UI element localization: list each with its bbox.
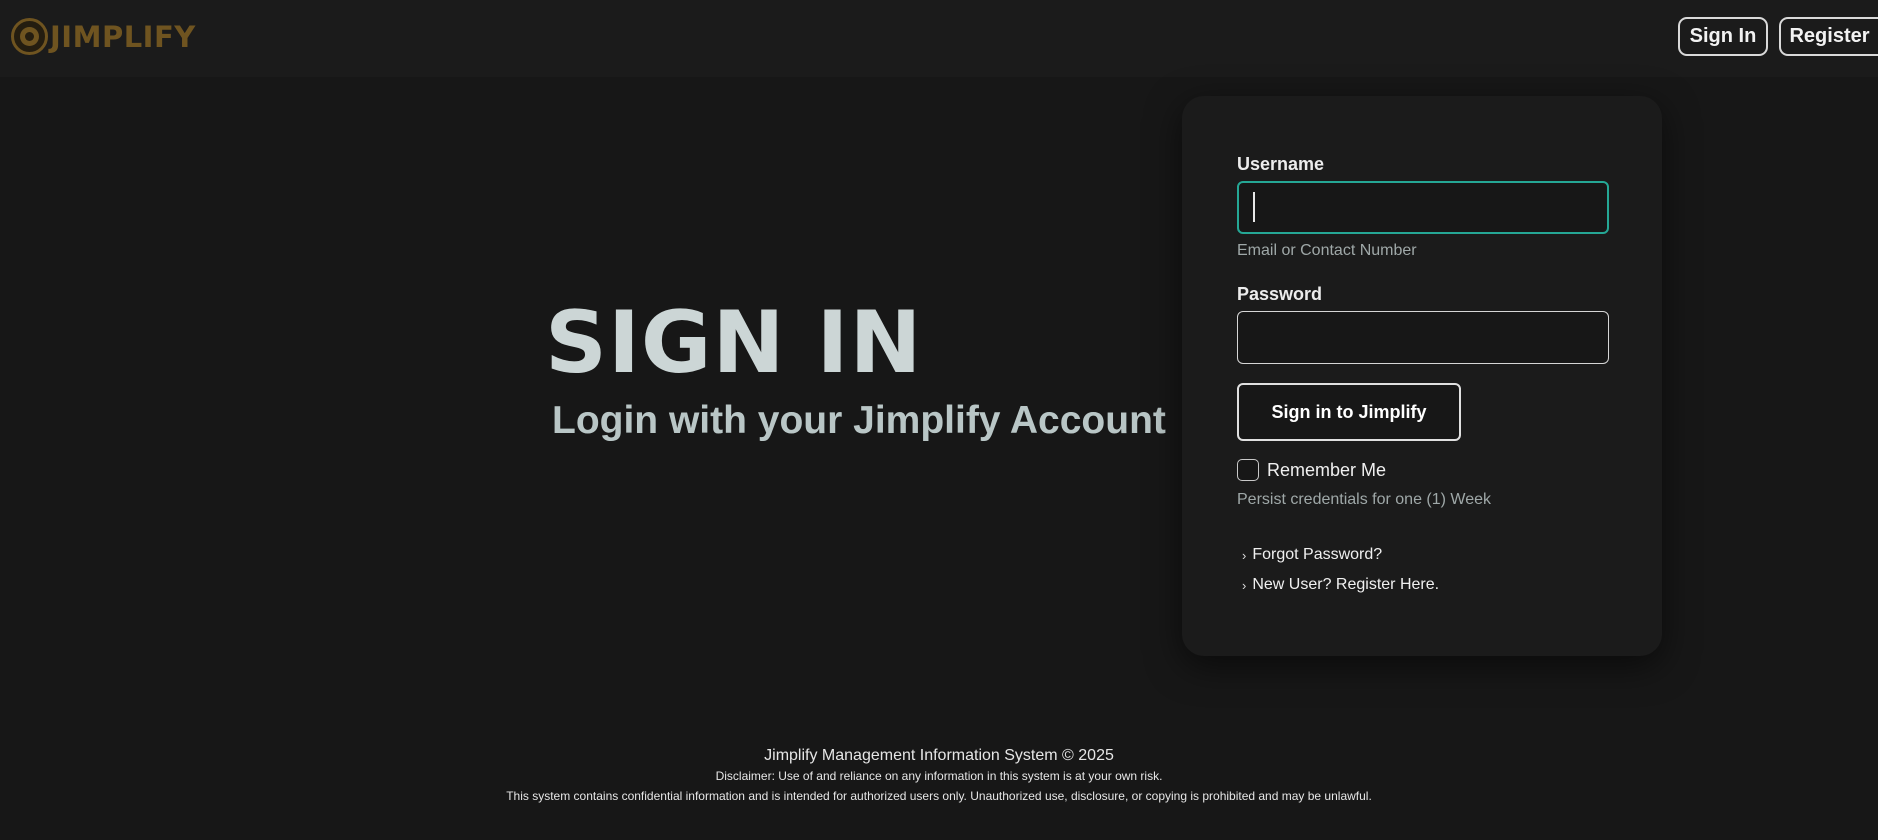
remember-me-row[interactable]: Remember Me: [1237, 459, 1386, 481]
footer: Jimplify Management Information System ©…: [0, 744, 1878, 807]
login-card: Username Email or Contact Number Passwor…: [1182, 96, 1662, 656]
chevron-right-icon: ›: [1242, 547, 1247, 563]
footer-copyright: Jimplify Management Information System ©…: [764, 747, 1114, 764]
brand[interactable]: JIMPLIFY: [11, 18, 196, 55]
sign-in-submit-button[interactable]: Sign in to Jimplify: [1237, 383, 1461, 441]
forgot-password-label[interactable]: Forgot Password?: [1252, 546, 1382, 564]
nav-register-button[interactable]: Register: [1779, 17, 1878, 56]
footer-disclaimer: Disclaimer: Use of and reliance on any i…: [715, 769, 1163, 783]
page-subtitle: Login with your Jimplify Account: [552, 399, 1166, 442]
nav-signin-button[interactable]: Sign In: [1678, 17, 1768, 56]
register-here-label[interactable]: New User? Register Here.: [1252, 576, 1439, 594]
remember-me-help-text: Persist credentials for one (1) Week: [1237, 491, 1492, 508]
jimplify-logo-icon: [11, 18, 48, 55]
password-label: Password: [1237, 284, 1323, 304]
chevron-right-icon: ›: [1242, 577, 1247, 593]
password-input[interactable]: [1237, 311, 1609, 364]
footer-confidentiality: This system contains confidential inform…: [506, 789, 1372, 803]
username-help-text: Email or Contact Number: [1237, 242, 1417, 259]
remember-me-label[interactable]: Remember Me: [1267, 460, 1386, 481]
page-title: SIGN IN: [545, 293, 923, 393]
brand-name: JIMPLIFY: [50, 19, 196, 54]
register-here-link[interactable]: › New User? Register Here.: [1242, 576, 1439, 594]
text-cursor: [1253, 192, 1255, 222]
remember-me-checkbox[interactable]: [1237, 459, 1259, 481]
top-navbar: JIMPLIFY Sign In Register: [0, 0, 1878, 77]
username-input[interactable]: [1237, 181, 1609, 234]
forgot-password-link[interactable]: › Forgot Password?: [1242, 546, 1382, 564]
username-label: Username: [1237, 154, 1325, 174]
